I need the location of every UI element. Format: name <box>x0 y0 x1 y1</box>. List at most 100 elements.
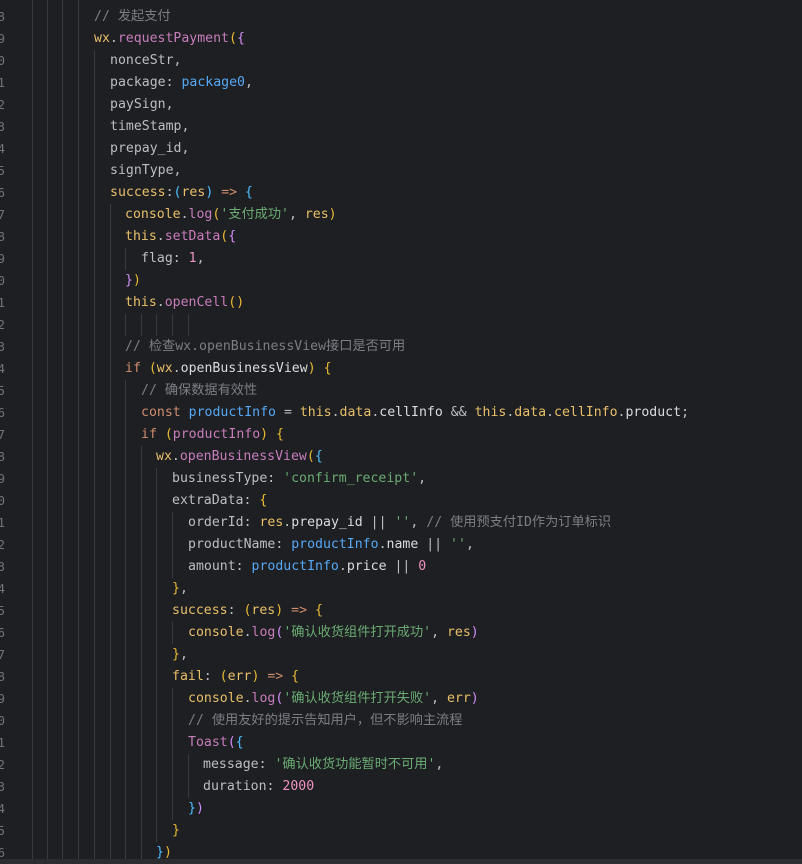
code-token: productInfo <box>188 405 276 420</box>
code-line[interactable]: orderId: res.prepay_id || '', // 使用预支付ID… <box>188 512 611 534</box>
code-token: . <box>378 537 387 552</box>
code-editor[interactable]: 890123456789012345678901234567890123456 … <box>0 0 802 864</box>
code-token: ) <box>470 691 479 706</box>
code-line[interactable]: wx.requestPayment({ <box>94 28 245 50</box>
code-line[interactable]: console.log('确认收货组件打开失败', err) <box>188 688 479 710</box>
code-token: } <box>172 647 180 662</box>
code-line[interactable]: // 确保数据有效性 <box>141 380 257 402</box>
code-token: { <box>245 185 253 200</box>
code-line[interactable]: const productInfo = this.data.cellInfo &… <box>141 402 689 424</box>
code-line[interactable]: nonceStr, <box>110 50 181 72</box>
code-token: ( <box>164 427 173 442</box>
indent-guide <box>110 204 111 864</box>
code-line[interactable]: message: '确认收货功能暂时不可用', <box>203 754 443 776</box>
code-token: wx <box>156 449 172 464</box>
code-line[interactable]: }, <box>172 578 188 600</box>
code-line[interactable]: this.setData({ <box>125 226 236 248</box>
code-line[interactable]: }, <box>172 644 188 666</box>
indent-guide <box>141 314 142 336</box>
code-token: businessType: <box>172 471 284 486</box>
code-line[interactable]: // 检查wx.openBusinessView接口是否可用 <box>125 336 405 358</box>
code-token: openCell <box>164 295 229 310</box>
code-token: fail <box>172 669 204 684</box>
code-token: , <box>418 471 427 486</box>
code-line[interactable]: amount: productInfo.price || 0 <box>188 556 426 578</box>
code-token: signType, <box>110 163 182 178</box>
code-token: timeStamp, <box>110 119 190 134</box>
code-token: data <box>514 405 547 420</box>
code-line[interactable]: extraData: { <box>172 490 267 512</box>
code-line[interactable]: timeStamp, <box>110 116 189 138</box>
code-token: { <box>228 229 237 244</box>
code-line[interactable]: this.openCell() <box>125 292 244 314</box>
code-line[interactable]: if (wx.openBusinessView) { <box>125 358 332 380</box>
code-token: message: <box>203 757 275 772</box>
code-line[interactable]: fail: (err) => { <box>172 666 299 688</box>
code-line[interactable]: if (productInfo) { <box>141 424 284 446</box>
code-token: ) <box>260 427 269 442</box>
string-literal: '确认收货组件打开成功' <box>283 625 432 640</box>
code-line[interactable]: // 使用友好的提示告知用户，但不影响主流程 <box>188 710 462 732</box>
string-literal: 'confirm_receipt' <box>283 471 419 486</box>
code-line[interactable]: success:(res) => { <box>110 182 253 204</box>
code-token: { <box>314 603 323 618</box>
code-line[interactable]: businessType: 'confirm_receipt', <box>172 468 426 490</box>
code-token: . <box>171 449 180 464</box>
code-token: cellInfo <box>554 405 618 420</box>
indent-guide <box>188 314 189 336</box>
code-token: productName: <box>188 537 292 552</box>
code-token: , <box>431 625 447 640</box>
code-token: prepay_id, <box>110 141 190 156</box>
code-line[interactable]: console.log('支付成功', res) <box>125 204 337 226</box>
indent-guide <box>62 0 63 864</box>
indent-guide <box>125 380 126 864</box>
code-token: productInfo <box>251 559 339 574</box>
code-line[interactable]: } <box>172 820 180 842</box>
code-token: amount: <box>188 559 252 574</box>
code-token: success <box>172 603 228 618</box>
code-token: => <box>283 603 315 618</box>
code-token: . <box>243 625 252 640</box>
code-line[interactable]: productName: productInfo.name || '', <box>188 534 474 556</box>
code-token: : <box>165 185 174 200</box>
code-line[interactable]: }) <box>125 270 141 292</box>
code-token: { <box>236 31 245 46</box>
code-line[interactable]: signType, <box>110 160 181 182</box>
code-line[interactable]: success: (res) => { <box>172 600 323 622</box>
code-token: } <box>125 273 133 288</box>
indent-guide <box>141 446 142 864</box>
code-line[interactable]: // 发起支付 <box>94 6 171 28</box>
code-token: => <box>259 669 292 684</box>
indent-guide <box>78 0 79 864</box>
code-token: this <box>474 405 507 420</box>
code-line[interactable]: duration: 2000 <box>203 776 314 798</box>
code-token: log <box>188 207 213 222</box>
code-comment: // 确保数据有效性 <box>141 383 258 398</box>
horizontal-scrollbar[interactable] <box>0 859 802 864</box>
code-token: , <box>435 757 444 772</box>
code-line[interactable]: flag: 1, <box>141 248 205 270</box>
code-token: || <box>386 559 419 574</box>
code-token: ) <box>132 273 141 288</box>
code-line[interactable]: }) <box>188 798 204 820</box>
string-literal: '支付成功' <box>220 207 289 222</box>
code-line[interactable]: console.log('确认收货组件打开成功', res) <box>188 622 479 644</box>
code-token: => <box>213 185 246 200</box>
code-line[interactable]: wx.openBusinessView({ <box>156 446 323 468</box>
code-line[interactable]: paySign, <box>110 94 174 116</box>
indent-guide <box>172 512 173 578</box>
code-area[interactable]: // 发起支付 wx.requestPayment({nonceStr, packa… <box>0 0 802 864</box>
code-token: setData <box>164 229 221 244</box>
code-line[interactable]: package: package0, <box>110 72 253 94</box>
indent-guide <box>156 314 157 336</box>
indent-guide <box>156 468 157 842</box>
code-token: if <box>141 427 157 442</box>
code-line[interactable]: prepay_id, <box>110 138 189 160</box>
code-token: this <box>299 405 332 420</box>
code-line[interactable]: Toast({ <box>188 732 244 754</box>
code-token: } <box>156 845 164 860</box>
code-comment: // 发起支付 <box>94 9 171 24</box>
